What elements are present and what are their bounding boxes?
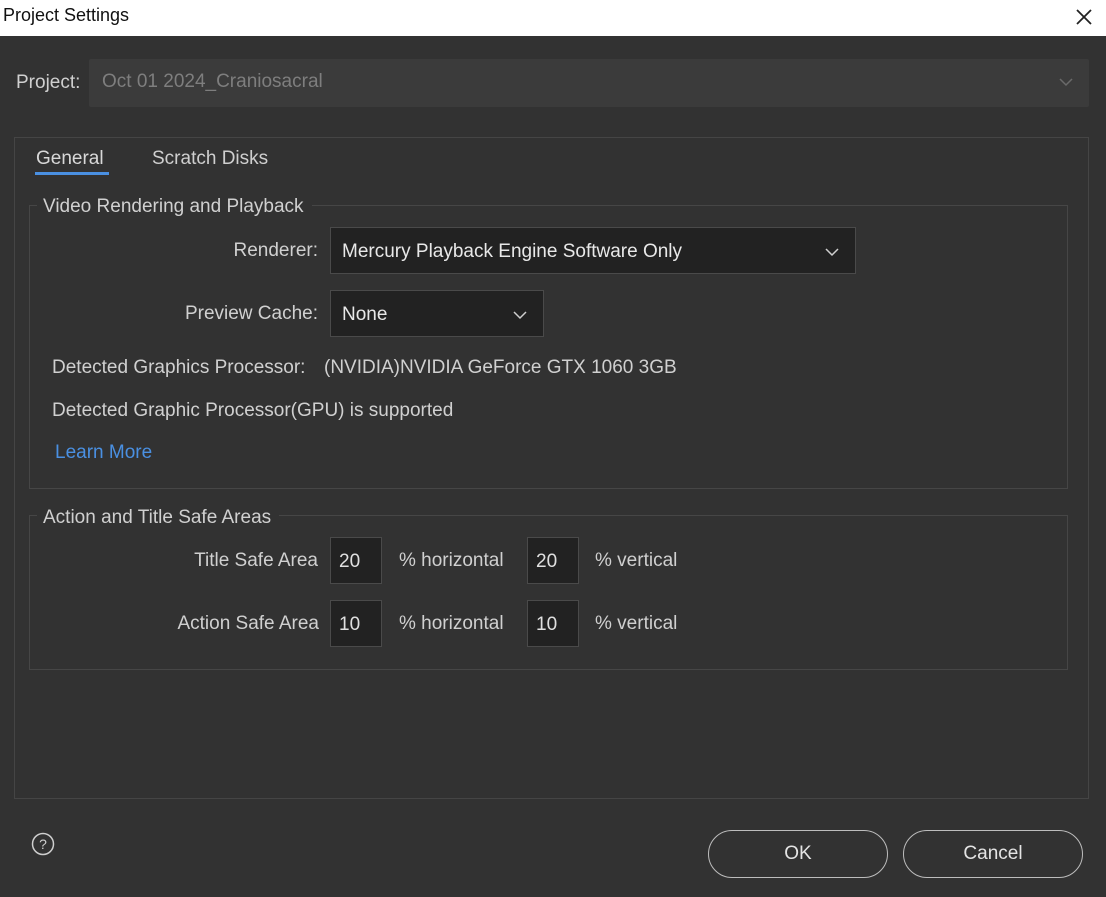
svg-text:?: ? [39,836,47,852]
preview-cache-value: None [342,304,388,325]
learn-more-link[interactable]: Learn More [55,442,152,464]
safe-areas-legend: Action and Title Safe Areas [37,507,280,529]
title-safe-label: Title Safe Area [194,550,318,571]
renderer-value: Mercury Playback Engine Software Only [342,241,683,262]
action-horizontal-unit: % horizontal [399,613,504,634]
title-safe-horizontal-input[interactable]: 20 [330,537,382,584]
preview-cache-dropdown[interactable]: None [330,290,544,337]
close-icon[interactable] [1070,3,1098,31]
chevron-down-icon [1059,78,1073,87]
gpu-supported-text: Detected Graphic Processor(GPU) is suppo… [52,400,454,421]
project-label: Project: [16,72,81,93]
window-title: Project Settings [3,5,130,25]
project-value: Oct 01 2024_Craniosacral [102,71,323,92]
gpu-value: (NVIDIA)NVIDIA GeForce GTX 1060 3GB [324,357,677,378]
action-safe-label: Action Safe Area [177,613,319,634]
tab-scratch-disks[interactable]: Scratch Disks [152,148,268,170]
title-safe-vertical-input[interactable]: 20 [527,537,579,584]
title-horizontal-unit: % horizontal [399,550,504,571]
chevron-down-icon [825,248,839,257]
renderer-label: Renderer: [233,240,319,261]
help-icon[interactable]: ? [31,832,55,856]
renderer-dropdown[interactable]: Mercury Playback Engine Software Only [330,227,856,274]
video-rendering-legend: Video Rendering and Playback [37,196,312,218]
action-safe-horizontal-input[interactable]: 10 [330,600,382,647]
title-vertical-unit: % vertical [595,550,678,571]
cancel-button[interactable]: Cancel [903,830,1083,878]
project-select[interactable]: Oct 01 2024_Craniosacral [89,59,1089,107]
action-vertical-unit: % vertical [595,613,678,634]
title-bar: Project Settings [0,0,1106,36]
preview-cache-label: Preview Cache: [184,303,318,324]
chevron-down-icon [513,311,527,320]
gpu-label: Detected Graphics Processor: [52,357,306,378]
active-tab-indicator [35,172,109,175]
ok-button[interactable]: OK [708,830,888,878]
tab-general[interactable]: General [36,148,104,170]
action-safe-vertical-input[interactable]: 10 [527,600,579,647]
